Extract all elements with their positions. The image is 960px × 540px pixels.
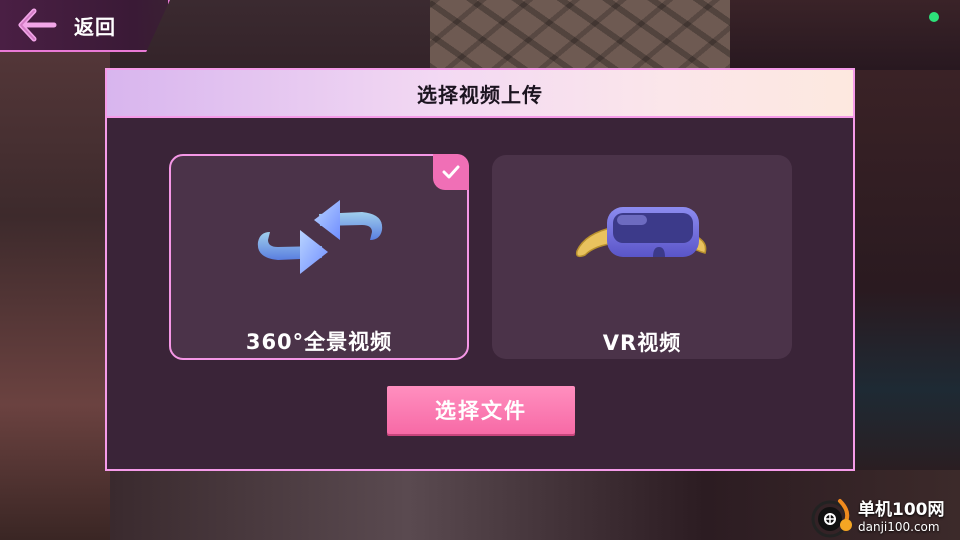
upload-dialog: 选择视频上传 360°全景视频 VR视频 选择文件	[105, 68, 855, 471]
background-right-wall	[855, 70, 960, 470]
watermark-line1: 单机100网	[858, 500, 945, 520]
selected-check-badge	[433, 154, 469, 190]
watermark-text: 单机100网 danji100.com	[858, 500, 945, 534]
option-360-video[interactable]: 360°全景视频	[169, 154, 469, 360]
dialog-header: 选择视频上传	[107, 70, 853, 118]
back-label: 返回	[74, 14, 116, 39]
option-vr-label: VR视频	[602, 331, 682, 355]
option-360-label: 360°全景视频	[245, 330, 393, 354]
watermark-logo-icon	[811, 499, 852, 538]
rotate-360-icon	[257, 200, 383, 274]
watermark: 单机100网 danji100.com	[810, 494, 960, 540]
watermark-line2: danji100.com	[858, 520, 940, 534]
back-arrow-icon	[18, 8, 57, 42]
status-indicator	[929, 12, 939, 22]
select-file-button[interactable]: 选择文件	[387, 386, 575, 434]
dialog-title: 选择视频上传	[417, 82, 543, 107]
background-wall	[0, 0, 110, 540]
option-vr-video[interactable]: VR视频	[492, 155, 792, 359]
checkmark-icon	[442, 165, 460, 179]
vr-headset-icon	[575, 207, 707, 258]
back-button[interactable]: 返回	[0, 0, 170, 52]
background-stone-wall	[430, 0, 730, 70]
background-ceiling	[730, 0, 960, 70]
